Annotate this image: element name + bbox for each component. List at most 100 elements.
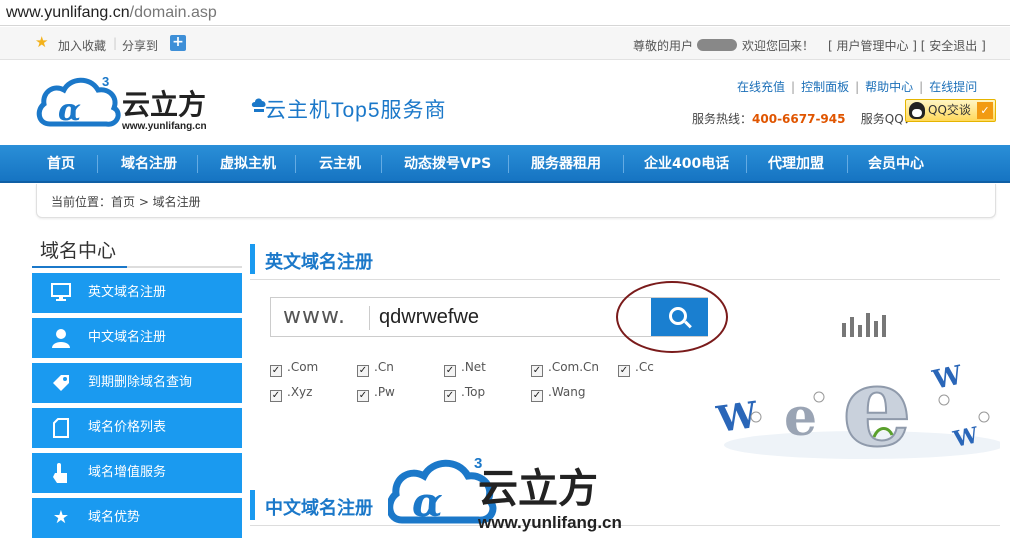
nav-400-phone[interactable]: 企业400电话 <box>644 145 729 183</box>
sidebar-item-label: 域名价格列表 <box>88 420 167 435</box>
svg-text:e: e <box>784 387 817 448</box>
slogan: 云主机Top5服务商 <box>265 99 447 122</box>
svg-text:e: e <box>842 342 912 460</box>
nav-home[interactable]: 首页 <box>47 145 75 183</box>
qq-penguin-icon <box>909 102 925 119</box>
sidebar-item-label: 英文域名注册 <box>88 285 167 300</box>
site-logo[interactable]: α 3 云立方 www.yunlifang.cn <box>36 72 236 134</box>
user-icon <box>50 328 72 348</box>
recharge-link[interactable]: 在线充值 <box>737 80 785 94</box>
tag-icon <box>50 373 72 393</box>
sidebar-item-expired-domain[interactable]: 到期删除域名查询 <box>32 363 242 403</box>
qq-chat-button[interactable]: QQ交谈 ✓ <box>905 99 996 122</box>
sidebar-title: 域名中心 <box>32 236 242 268</box>
input-divider <box>369 306 370 330</box>
checkbox[interactable]: ✓ <box>444 365 456 377</box>
tld-checkbox-top[interactable]: ✓ .Top <box>444 385 485 402</box>
sidebar-item-label: 中文域名注册 <box>88 330 167 345</box>
logo-text: 云立方 <box>122 88 206 120</box>
tld-checkbox-cc[interactable]: ✓ .Cc <box>618 360 654 377</box>
checkbox[interactable]: ✓ <box>618 365 630 377</box>
logo-url: www.yunlifang.cn <box>121 121 207 132</box>
username-redacted <box>697 39 737 51</box>
nav-dynamic-vps[interactable]: 动态拨号VPS <box>404 145 491 183</box>
nav-virtual-host[interactable]: 虚拟主机 <box>220 145 276 183</box>
nav-cloud-host[interactable]: 云主机 <box>319 145 361 183</box>
greeting-text: 尊敬的用户 <box>633 39 694 53</box>
watermark-text: 云立方 <box>478 467 598 511</box>
svg-text:W: W <box>950 422 981 453</box>
domain-search-input[interactable] <box>379 302 639 332</box>
address-bar[interactable]: www.yunlifang.cn/domain.asp <box>0 0 1010 26</box>
www-prefix: www. <box>283 304 346 329</box>
sidebar-item-price-list[interactable]: 域名价格列表 <box>32 408 242 448</box>
check-icon: ✓ <box>977 102 993 119</box>
nav-divider <box>508 155 509 173</box>
ask-question-link[interactable]: 在线提问 <box>929 80 977 94</box>
tld-checkbox-com[interactable]: ✓ .Com <box>270 360 318 377</box>
nav-divider <box>97 155 98 173</box>
checkbox[interactable]: ✓ <box>270 365 282 377</box>
nav-divider <box>381 155 382 173</box>
nav-member[interactable]: 会员中心 <box>868 145 924 183</box>
url-host: www.yunlifang.cn <box>6 4 130 21</box>
star-icon: ★ <box>52 507 70 528</box>
nav-agent[interactable]: 代理加盟 <box>768 145 824 183</box>
sidebar-item-label: 到期删除域名查询 <box>88 375 193 390</box>
share-plus-icon[interactable]: + <box>170 35 186 51</box>
hotline-number: 400-6677-945 <box>752 112 846 126</box>
web-illustration: W e e W W <box>714 313 1000 460</box>
section-title: 英文域名注册 <box>265 252 373 273</box>
star-icon[interactable]: ★ <box>35 35 48 50</box>
help-center-link[interactable]: 帮助中心 <box>865 80 913 94</box>
checkbox[interactable]: ✓ <box>531 365 543 377</box>
tld-checkbox-comcn[interactable]: ✓ .Com.Cn <box>531 360 599 377</box>
tld-checkbox-wang[interactable]: ✓ .Wang <box>531 385 586 402</box>
sidebar-item-advantage[interactable]: ★ 域名优势 <box>32 498 242 538</box>
sidebar-item-label: 域名增值服务 <box>88 465 167 480</box>
control-panel-link[interactable]: 控制面板 <box>801 80 849 94</box>
svg-text:α: α <box>412 479 443 526</box>
tld-checkbox-xyz[interactable]: ✓ .Xyz <box>270 385 312 402</box>
checkbox[interactable]: ✓ <box>357 390 369 402</box>
checkbox[interactable]: ✓ <box>444 390 456 402</box>
tld-checkbox-cn[interactable]: ✓ .Cn <box>357 360 394 377</box>
qq-button-label: QQ交谈 <box>928 103 971 117</box>
annotation-circle <box>616 281 728 353</box>
sidebar-item-english-domain[interactable]: 英文域名注册 <box>32 273 242 313</box>
url-path: /domain.asp <box>129 4 217 21</box>
watermark-logo: α 3 云立方 www.yunlifang.cn <box>388 455 622 532</box>
tld-checkbox-net[interactable]: ✓ .Net <box>444 360 486 377</box>
svg-text:W: W <box>929 360 966 396</box>
welcome-text: 欢迎您回来！ <box>742 39 815 53</box>
checkbox[interactable]: ✓ <box>531 390 543 402</box>
svg-text:3: 3 <box>102 74 109 89</box>
sidebar-item-value-added[interactable]: 域名增值服务 <box>32 453 242 493</box>
sidebar-item-chinese-domain[interactable]: 中文域名注册 <box>32 318 242 358</box>
main-nav: 首页 域名注册 虚拟主机 云主机 动态拨号VPS 服务器租用 企业400电话 代… <box>0 145 1010 183</box>
section-title: 中文域名注册 <box>265 498 373 519</box>
account-links[interactable]: [ 用户管理中心 ] [ 安全退出 ] <box>828 37 986 54</box>
nav-divider <box>295 155 296 173</box>
pointer-icon <box>50 463 72 483</box>
nav-divider <box>197 155 198 173</box>
nav-divider <box>847 155 848 173</box>
watermark-url: www.yunlifang.cn <box>477 513 622 532</box>
nav-divider <box>623 155 624 173</box>
nav-domain[interactable]: 域名注册 <box>121 145 177 183</box>
tld-checkbox-pw[interactable]: ✓ .Pw <box>357 385 395 402</box>
sidebar-item-label: 域名优势 <box>88 510 141 525</box>
checkbox[interactable]: ✓ <box>357 365 369 377</box>
header-links: 在线充值 | 控制面板 | 帮助中心 | 在线提问 <box>737 80 978 94</box>
monitor-icon <box>50 283 72 303</box>
section-english-domain: 英文域名注册 <box>250 244 1000 280</box>
nav-server-rental[interactable]: 服务器租用 <box>531 145 601 183</box>
breadcrumb: 当前位置：首页 > 域名注册 <box>36 184 996 218</box>
hotline: 服务热线：400-6677-945 服务QQ： <box>692 110 916 127</box>
share-link[interactable]: 分享到 <box>122 37 158 54</box>
add-favorite-link[interactable]: 加入收藏 <box>58 37 106 54</box>
top-utility-bar: ★ 加入收藏 | 分享到 + 尊敬的用户 欢迎您回来！ [ 用户管理中心 ] [… <box>0 27 1010 60</box>
checkbox[interactable]: ✓ <box>270 390 282 402</box>
section-accent-bar <box>250 244 255 274</box>
separator: | <box>113 36 118 50</box>
